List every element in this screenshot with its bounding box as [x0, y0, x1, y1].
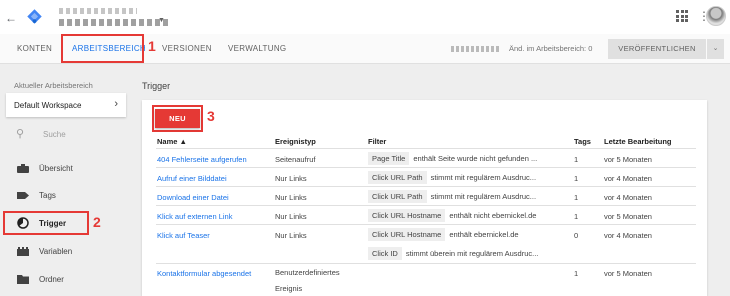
- tag-count: 1: [574, 212, 579, 221]
- tag-count: 0: [574, 231, 579, 240]
- folder-icon: [17, 275, 29, 284]
- workspace-changes-count: Änd. im Arbeitsbereich: 0: [509, 44, 593, 53]
- workspace-name-blurred: [451, 46, 499, 52]
- top-bar: ← ▼ ⋮: [0, 0, 730, 34]
- filter-key: Click URL Path: [368, 190, 427, 203]
- last-edited: vor 5 Monaten: [604, 155, 652, 164]
- avatar[interactable]: [706, 6, 726, 26]
- workspace-name: Default Workspace: [14, 101, 82, 110]
- briefcase-icon: [17, 164, 29, 173]
- trigger-name-link[interactable]: 404 Fehlerseite aufgerufen: [157, 155, 247, 164]
- search-input[interactable]: ⚲ Suche: [6, 122, 126, 146]
- event-type: Benutzerdefiniertes Ereignis: [275, 268, 340, 293]
- gtm-logo-icon: [27, 9, 42, 24]
- tab-bar: KONTEN ARBEITSBEREICH 1 VERSIONEN VERWAL…: [0, 34, 730, 64]
- filter-chip: Click URL Path stimmt mit regulärem Ausdr…: [368, 190, 536, 204]
- divider: [156, 205, 696, 206]
- sidebar-item-label: Variablen: [39, 247, 73, 256]
- tag-count: 1: [574, 193, 579, 202]
- container-name-blurred[interactable]: [59, 19, 169, 26]
- filter-chip: Page Title enthält Seite wurde nicht gefu…: [368, 152, 537, 166]
- tag-count: 1: [574, 269, 579, 278]
- sidebar-item-label: Tags: [39, 191, 56, 200]
- tab-verwaltung[interactable]: VERWALTUNG: [228, 44, 286, 53]
- annotation-number-2: 2: [93, 214, 101, 230]
- new-trigger-button[interactable]: NEU: [155, 109, 200, 128]
- tab-konten[interactable]: KONTEN: [17, 44, 52, 53]
- account-name-blurred: [59, 8, 137, 14]
- filter-text: stimmt mit regulärem Ausdruc...: [430, 173, 537, 182]
- sidebar-item-variablen[interactable]: Variablen: [6, 240, 126, 262]
- divider: [156, 224, 696, 225]
- filter-text: stimmt überein mit regulärem Ausdruc...: [405, 249, 539, 258]
- trigger-name-link[interactable]: Aufruf einer Bilddatei: [157, 174, 227, 183]
- column-header-event[interactable]: Ereignistyp: [275, 137, 316, 146]
- workspace-selector[interactable]: Default Workspace ›: [6, 93, 126, 117]
- divider: [156, 148, 696, 149]
- trigger-name-link[interactable]: Download einer Datei: [157, 193, 229, 202]
- sidebar-item-ordner[interactable]: Ordner: [6, 268, 126, 290]
- variables-icon: [17, 247, 29, 256]
- column-header-last-edited[interactable]: Letzte Bearbeitung: [604, 137, 672, 146]
- column-header-tags[interactable]: Tags: [574, 137, 591, 146]
- caret-down-icon[interactable]: ▼: [158, 17, 165, 24]
- event-type: Seitenaufruf: [275, 155, 316, 164]
- column-header-filter[interactable]: Filter: [368, 137, 386, 146]
- highlight-box-tab: [61, 34, 144, 63]
- filter-text: stimmt mit regulärem Ausdruc...: [430, 192, 537, 201]
- annotation-number-3: 3: [207, 108, 215, 124]
- last-edited: vor 5 Monaten: [604, 269, 652, 278]
- filter-key: Click URL Hostname: [368, 228, 446, 241]
- arrow-left-icon[interactable]: ←: [5, 11, 17, 25]
- tag-count: 1: [574, 155, 579, 164]
- apps-grid-icon[interactable]: [676, 10, 688, 22]
- workspace-label: Aktueller Arbeitsbereich: [14, 81, 93, 90]
- annotation-number-1: 1: [148, 38, 156, 54]
- search-icon: ⚲: [16, 128, 25, 140]
- chevron-down-icon[interactable]: ⌄: [707, 39, 724, 59]
- last-edited: vor 4 Monaten: [604, 231, 652, 240]
- filter-chip: Click URL Hostname enthält nicht ebernick…: [368, 209, 536, 223]
- chevron-right-icon: ›: [114, 98, 118, 110]
- filter-text: enthält nicht ebernickel.de: [449, 211, 537, 220]
- filter-text: enthält Seite wurde nicht gefunden ...: [413, 154, 538, 163]
- tag-count: 1: [574, 174, 579, 183]
- publish-button[interactable]: VERÖFFENTLICHEN: [608, 39, 706, 59]
- divider: [156, 167, 696, 168]
- sidebar-item-uebersicht[interactable]: Übersicht: [6, 157, 126, 179]
- event-type: Nur Links: [275, 231, 307, 240]
- filter-key: Click URL Path: [368, 171, 427, 184]
- event-type: Nur Links: [275, 212, 307, 221]
- search-placeholder: Suche: [43, 130, 66, 139]
- column-header-name[interactable]: Name ▲: [157, 137, 187, 146]
- divider: [156, 186, 696, 187]
- event-type: Nur Links: [275, 193, 307, 202]
- sidebar-item-tags[interactable]: Tags: [6, 184, 126, 206]
- last-edited: vor 5 Monaten: [604, 212, 652, 221]
- last-edited: vor 4 Monaten: [604, 174, 652, 183]
- last-edited: vor 4 Monaten: [604, 193, 652, 202]
- divider: [156, 263, 696, 264]
- trigger-name-link[interactable]: Klick auf externen Link: [157, 212, 232, 221]
- trigger-name-link[interactable]: Kontaktformular abgesendet: [157, 269, 251, 278]
- sidebar-item-label: Übersicht: [39, 164, 73, 173]
- sidebar-item-label: Ordner: [39, 275, 64, 284]
- filter-chip: Click URL Hostname enthält ebernickel.de: [368, 228, 519, 242]
- filter-key: Page Title: [368, 152, 410, 165]
- page-title: Trigger: [142, 81, 171, 91]
- event-type: Nur Links: [275, 174, 307, 183]
- trigger-name-link[interactable]: Klick auf Teaser: [157, 231, 210, 240]
- filter-key: Click ID: [368, 247, 402, 260]
- filter-chip: Click ID stimmt überein mit regulärem Aus…: [368, 247, 538, 261]
- highlight-box-trigger: [3, 211, 89, 235]
- filter-text: enthält ebernickel.de: [449, 230, 519, 239]
- tag-icon: [17, 192, 29, 199]
- filter-key: Click URL Hostname: [368, 209, 446, 222]
- tab-versionen[interactable]: VERSIONEN: [162, 44, 212, 53]
- filter-chip: Click URL Path stimmt mit regulärem Ausdr…: [368, 171, 536, 185]
